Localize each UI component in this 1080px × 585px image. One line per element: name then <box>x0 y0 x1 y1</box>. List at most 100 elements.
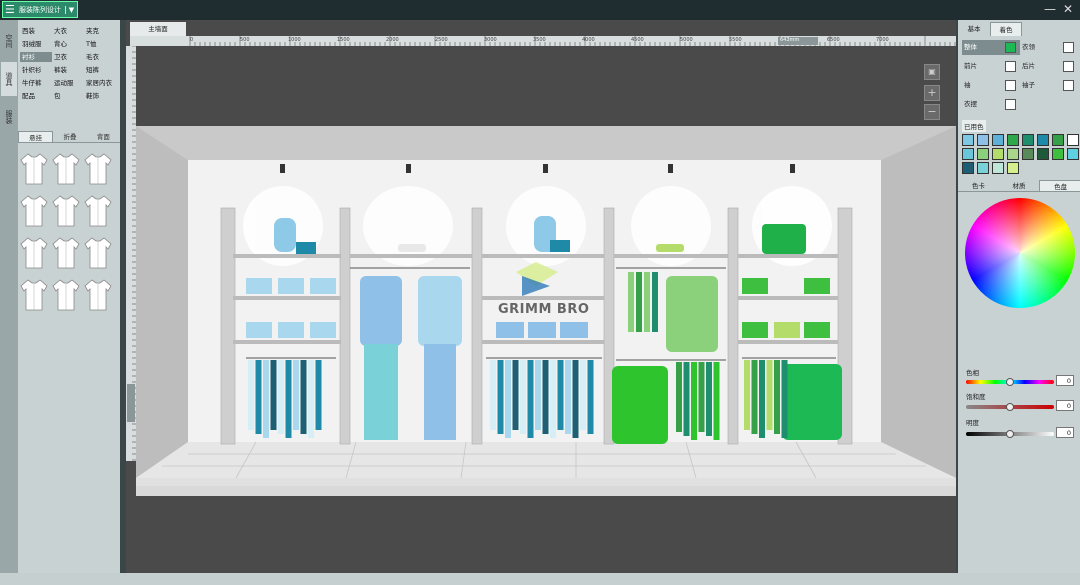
shirt-thumbnail[interactable] <box>84 194 116 230</box>
zoom-out-button[interactable]: − <box>924 104 940 120</box>
tab-folded[interactable]: 折叠 <box>53 131 86 142</box>
palette-swatch[interactable] <box>1052 148 1064 160</box>
part-item-collar[interactable]: 衣领 <box>1020 40 1078 55</box>
category-item[interactable]: 裤装 <box>52 65 84 75</box>
part-color-swatch[interactable] <box>1063 42 1074 53</box>
close-button[interactable]: ✕ <box>1063 2 1073 16</box>
tab-main-wall[interactable]: 主墙面 <box>130 22 186 36</box>
hamburger-icon[interactable]: ☰ <box>5 3 17 16</box>
category-item[interactable]: 卫衣 <box>52 52 84 62</box>
saturation-slider-knob[interactable] <box>1006 403 1014 411</box>
palette-swatch[interactable] <box>1052 134 1064 146</box>
palette-swatch[interactable] <box>977 134 989 146</box>
category-item[interactable]: 大衣 <box>52 26 84 36</box>
shirt-thumbnail[interactable] <box>52 152 84 188</box>
part-color-swatch[interactable] <box>1063 80 1074 91</box>
palette-swatch[interactable] <box>1007 134 1019 146</box>
category-item[interactable]: 夹克 <box>84 26 118 36</box>
app-menu-button[interactable]: ☰ 服装陈列设计 ▼ <box>2 1 78 18</box>
tab-basic[interactable]: 基本 <box>958 22 990 36</box>
saturation-value[interactable]: 0 <box>1056 400 1074 411</box>
part-item-front[interactable]: 前片 <box>962 59 1020 74</box>
brightness-slider[interactable] <box>966 430 1054 438</box>
category-item[interactable]: 鞋饰 <box>84 91 118 101</box>
zoom-in-button[interactable]: + <box>924 85 940 101</box>
palette-swatch[interactable] <box>1022 134 1034 146</box>
part-color-swatch[interactable] <box>1063 61 1074 72</box>
part-color-swatch[interactable] <box>1005 99 1016 110</box>
saturation-slider[interactable] <box>966 403 1054 411</box>
hue-slider[interactable] <box>966 378 1054 386</box>
ruler-top-label: 5000 <box>680 37 693 43</box>
part-color-swatch[interactable] <box>1005 80 1016 91</box>
category-item[interactable]: 家居内衣 <box>84 78 118 88</box>
part-item-sleeve[interactable]: 袖 <box>962 78 1020 93</box>
brightness-value[interactable]: 0 <box>1056 427 1074 438</box>
category-item[interactable]: 背心 <box>52 39 84 49</box>
tab-material[interactable]: 材质 <box>999 180 1040 191</box>
shirt-thumbnail[interactable] <box>52 278 84 314</box>
shirt-thumbnail[interactable] <box>84 278 116 314</box>
shirt-thumbnail[interactable] <box>20 236 52 272</box>
tab-color-card[interactable]: 色卡 <box>958 180 999 191</box>
palette-swatch[interactable] <box>962 162 974 174</box>
shirt-thumbnail[interactable] <box>84 152 116 188</box>
palette-swatch[interactable] <box>977 162 989 174</box>
category-item[interactable]: 短裤 <box>84 65 118 75</box>
palette-swatch[interactable] <box>1022 148 1034 160</box>
minimize-button[interactable]: — <box>1044 2 1056 16</box>
tab-hanging[interactable]: 悬挂 <box>18 131 54 142</box>
ruler-top-label: 500 <box>240 37 250 43</box>
palette-swatch[interactable] <box>1067 134 1079 146</box>
ruler-top-label: 6500 <box>827 37 840 43</box>
palette-swatch[interactable] <box>1007 162 1019 174</box>
ruler-top-label: 2500 <box>435 37 448 43</box>
palette-swatch[interactable] <box>992 162 1004 174</box>
palette-swatch[interactable] <box>1067 148 1079 160</box>
part-item-back[interactable]: 后片 <box>1020 59 1078 74</box>
category-item[interactable]: 西装 <box>20 26 52 36</box>
part-color-swatch[interactable] <box>1005 61 1016 72</box>
part-item-sleeves[interactable]: 袖子 <box>1020 78 1078 93</box>
fit-view-button[interactable]: ▣ <box>924 64 940 80</box>
category-item-selected[interactable]: 衬衫 <box>20 52 52 62</box>
category-item[interactable]: 运动服 <box>52 78 84 88</box>
ruler-left <box>126 45 136 461</box>
palette-swatch[interactable] <box>992 148 1004 160</box>
palette-swatch[interactable] <box>992 134 1004 146</box>
color-wheel[interactable] <box>965 198 1075 308</box>
palette-swatch[interactable] <box>1037 134 1049 146</box>
store-wall-scene[interactable]: GRIMM BRO <box>136 126 956 496</box>
hue-slider-knob[interactable] <box>1006 378 1014 386</box>
category-item[interactable]: 牛仔裤 <box>20 78 52 88</box>
tab-back[interactable]: 背面 <box>87 131 120 142</box>
hue-value[interactable]: 0 <box>1056 375 1074 386</box>
shirt-thumbnail[interactable] <box>52 236 84 272</box>
palette-swatch[interactable] <box>962 134 974 146</box>
tab-color-wheel[interactable]: 色盘 <box>1039 180 1080 191</box>
vtab-clothing[interactable]: 服装 <box>1 100 17 134</box>
category-item[interactable]: 包 <box>52 91 84 101</box>
shirt-thumbnail[interactable] <box>20 152 52 188</box>
vtab-space[interactable]: 空间 <box>1 24 17 58</box>
palette-swatch[interactable] <box>977 148 989 160</box>
category-item[interactable]: 毛衣 <box>84 52 118 62</box>
shirt-thumbnail[interactable] <box>84 236 116 272</box>
vtab-props[interactable]: 道具 <box>1 62 17 96</box>
brightness-slider-knob[interactable] <box>1006 430 1014 438</box>
part-color-swatch[interactable] <box>1005 42 1016 53</box>
category-item[interactable]: 羽绒服 <box>20 39 52 49</box>
shirt-thumbnail[interactable] <box>20 194 52 230</box>
chevron-down-icon[interactable]: ▼ <box>65 5 77 14</box>
part-item-whole[interactable]: 整体 <box>962 40 1020 55</box>
palette-swatch[interactable] <box>1037 148 1049 160</box>
category-item[interactable]: T恤 <box>84 39 118 49</box>
part-item-hem[interactable]: 衣摆 <box>962 97 1020 112</box>
tab-coloring[interactable]: 着色 <box>990 22 1022 36</box>
palette-swatch[interactable] <box>962 148 974 160</box>
shirt-thumbnail[interactable] <box>52 194 84 230</box>
palette-swatch[interactable] <box>1007 148 1019 160</box>
category-item[interactable]: 针织衫 <box>20 65 52 75</box>
category-item[interactable]: 配品 <box>20 91 52 101</box>
shirt-thumbnail[interactable] <box>20 278 52 314</box>
